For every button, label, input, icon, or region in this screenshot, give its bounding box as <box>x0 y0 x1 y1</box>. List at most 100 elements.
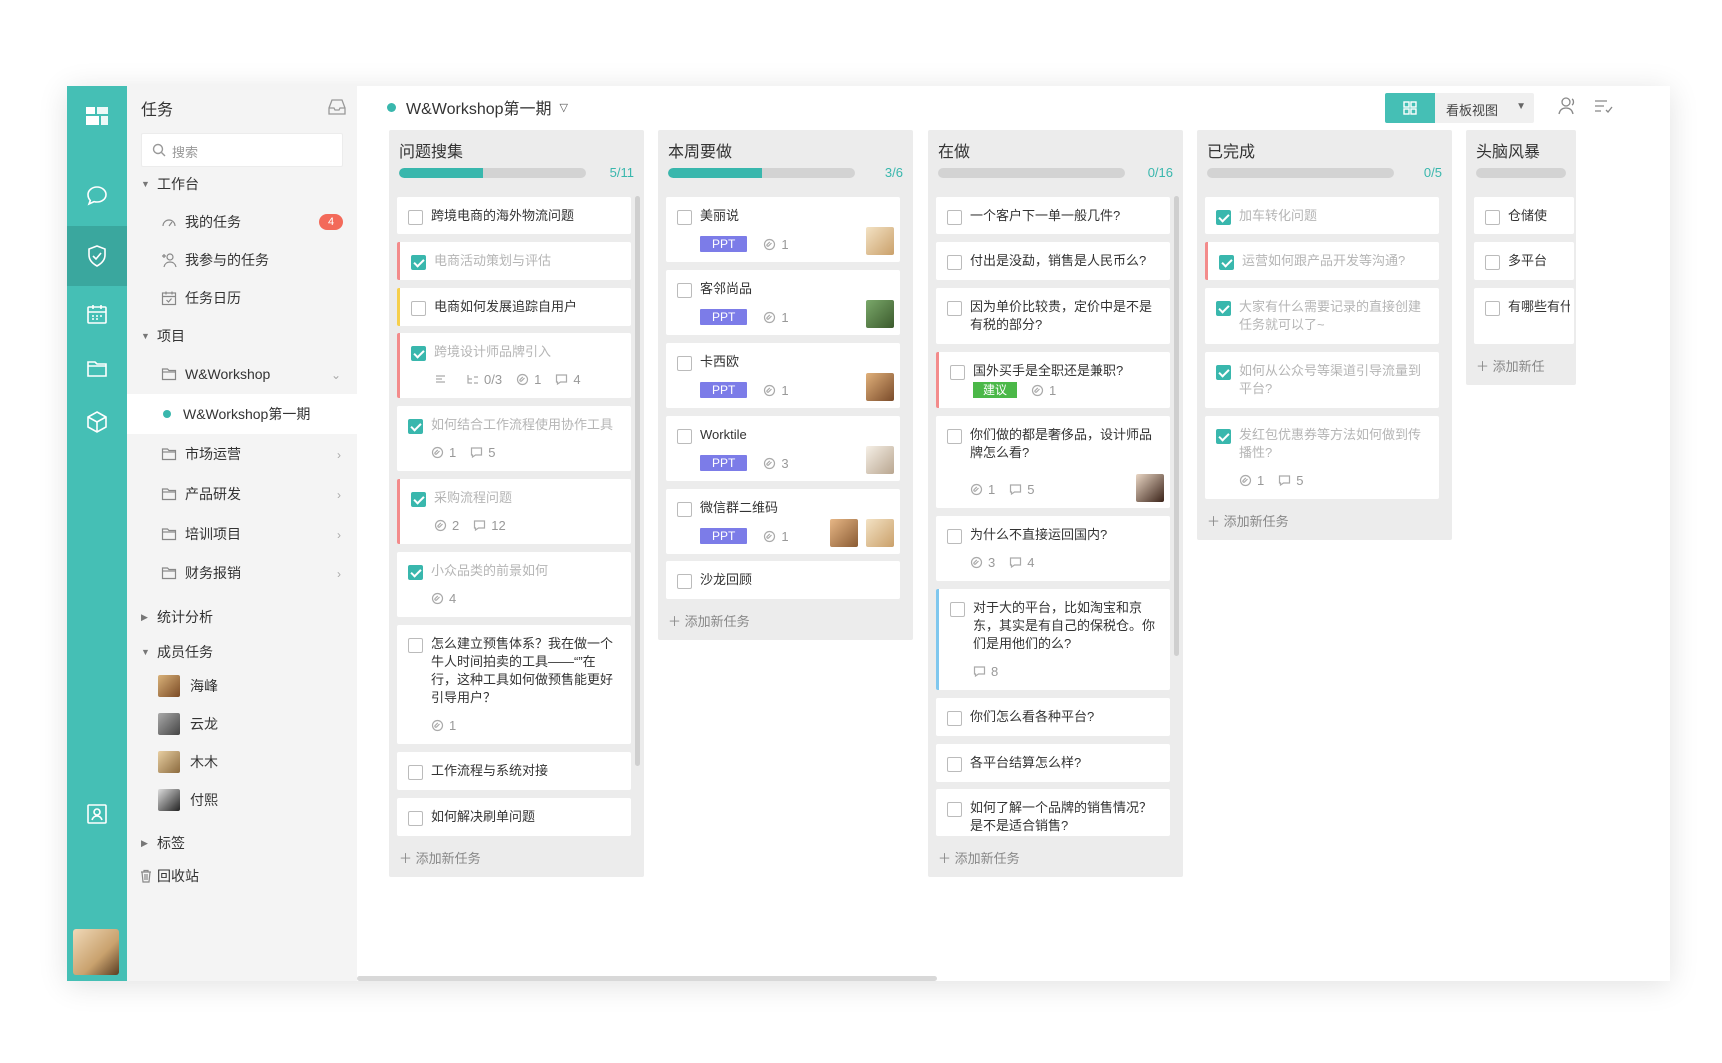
task-card[interactable]: 怎么建立预售体系？我在做一个牛人时间拍卖的工具——“”在行，这种工具如何做预售能… <box>397 625 631 744</box>
task-checkbox[interactable] <box>408 210 423 225</box>
task-card[interactable]: 如何了解一个品牌的销售情况？是不是适合销售? <box>936 789 1170 836</box>
sidebar-item-marketing[interactable]: 市场运营 › <box>127 434 357 474</box>
assignee-avatar[interactable] <box>866 446 894 474</box>
task-checkbox[interactable] <box>1216 365 1231 380</box>
task-card[interactable]: 付出是没勐，销售是人民币么? <box>936 242 1170 280</box>
sidebar-member-yunlong[interactable]: 云龙 <box>127 704 357 744</box>
sidebar-member-fuxi[interactable]: 付熙 <box>127 780 357 820</box>
task-tag[interactable]: PPT <box>700 309 748 325</box>
add-task-button[interactable]: ＋ 添加新任务 <box>399 848 481 867</box>
assignee-avatar[interactable] <box>830 519 858 547</box>
task-checkbox[interactable] <box>947 802 962 817</box>
task-checkbox[interactable] <box>950 602 965 617</box>
task-tag[interactable]: PPT <box>700 236 748 252</box>
task-checkbox[interactable] <box>950 365 965 380</box>
task-checkbox[interactable] <box>947 301 962 316</box>
section-stats[interactable]: ▶ 统计分析 <box>127 597 357 637</box>
horizontal-scrollbar[interactable] <box>357 976 937 981</box>
chevron-right-icon[interactable]: › <box>337 528 341 542</box>
chevron-right-icon[interactable]: › <box>337 448 341 462</box>
task-card[interactable]: 大家有什么需要记录的直接创建任务就可以了~ <box>1205 288 1439 344</box>
sidebar-item-involved-tasks[interactable]: 我参与的任务 <box>127 240 357 280</box>
grid-icon[interactable] <box>1385 93 1435 123</box>
task-card[interactable]: 运营如何跟产品开发等沟通? <box>1205 242 1439 280</box>
task-card[interactable]: 有哪些有什么 <box>1474 288 1574 344</box>
sidebar-item-finance[interactable]: 财务报销 › <box>127 553 357 593</box>
task-card[interactable]: 工作流程与系统对接 <box>397 752 631 790</box>
task-checkbox[interactable] <box>411 346 426 361</box>
task-tag[interactable]: PPT <box>700 455 748 471</box>
assignee-avatar[interactable] <box>866 227 894 255</box>
section-workspace[interactable]: ▼ 工作台 <box>127 164 357 204</box>
task-checkbox[interactable] <box>677 429 692 444</box>
section-projects[interactable]: ▼ 项目 <box>127 316 357 356</box>
task-checkbox[interactable] <box>947 429 962 444</box>
task-card[interactable]: Worktile PPT 3 <box>666 416 900 481</box>
task-checkbox[interactable] <box>1485 301 1500 316</box>
task-checkbox[interactable] <box>947 255 962 270</box>
task-card[interactable]: 加车转化问题 <box>1205 197 1439 234</box>
chevron-right-icon[interactable]: › <box>337 488 341 502</box>
members-icon[interactable] <box>1557 96 1577 116</box>
task-card[interactable]: 跨境电商的海外物流问题 <box>397 197 631 234</box>
chevron-right-icon[interactable]: › <box>337 567 341 581</box>
task-checkbox[interactable] <box>408 765 423 780</box>
task-card[interactable]: 对于大的平台，比如淘宝和京东，其实是有自己的保税仓。你们是用他们的么? 8 <box>936 589 1170 690</box>
contacts-icon[interactable] <box>67 784 127 844</box>
task-card[interactable]: 跨境设计师品牌引入 0/3 1 4 <box>397 333 631 398</box>
sidebar-item-task-calendar[interactable]: 任务日历 <box>127 278 357 318</box>
inbox-icon[interactable] <box>327 98 347 116</box>
filter-list-icon[interactable] <box>1593 96 1613 116</box>
sidebar-item-training[interactable]: 培训项目 › <box>127 514 357 554</box>
folder-icon[interactable] <box>67 338 127 398</box>
task-checkbox[interactable] <box>411 301 426 316</box>
task-card[interactable]: 仓储使 <box>1474 197 1574 234</box>
vertical-scrollbar[interactable] <box>1174 196 1179 656</box>
task-checkbox[interactable] <box>408 638 423 653</box>
task-card[interactable]: 你们做的都是奢侈品，设计师品牌怎么看? 1 5 <box>936 416 1170 508</box>
task-checkbox[interactable] <box>408 565 423 580</box>
task-card[interactable]: 各平台结算怎么样? <box>936 744 1170 782</box>
task-checkbox[interactable] <box>947 757 962 772</box>
task-checkbox[interactable] <box>677 210 692 225</box>
task-checkbox[interactable] <box>408 811 423 826</box>
assignee-avatar[interactable] <box>866 300 894 328</box>
task-card[interactable]: 如何从公众号等渠道引导流量到平台? <box>1205 352 1439 408</box>
task-card[interactable]: 电商如何发展追踪自用户 <box>397 288 631 326</box>
vertical-scrollbar[interactable] <box>635 196 640 766</box>
sidebar-item-my-tasks[interactable]: 我的任务 4 <box>127 202 357 242</box>
task-card[interactable]: 你们怎么看各种平台? <box>936 698 1170 736</box>
task-card[interactable]: 如何解决刷单问题 <box>397 798 631 836</box>
assignee-avatar[interactable] <box>866 373 894 401</box>
project-selector[interactable]: W&Workshop第一期 ▽ <box>387 95 568 119</box>
calendar-icon[interactable] <box>67 284 127 344</box>
task-checkbox[interactable] <box>1219 255 1234 270</box>
add-task-button[interactable]: ＋ 添加新任务 <box>668 611 750 630</box>
assignee-avatar[interactable] <box>1136 474 1164 502</box>
task-checkbox[interactable] <box>947 529 962 544</box>
task-tag[interactable]: PPT <box>700 382 748 398</box>
task-checkbox[interactable] <box>947 210 962 225</box>
task-card[interactable]: 微信群二维码 PPT 1 <box>666 489 900 554</box>
sidebar-item-rnd[interactable]: 产品研发 › <box>127 474 357 514</box>
task-card[interactable]: 发红包优惠券等方法如何做到传播性? 1 5 <box>1205 416 1439 499</box>
task-card[interactable]: 卡西欧 PPT 1 <box>666 343 900 408</box>
chat-icon[interactable] <box>67 166 127 226</box>
view-switcher[interactable]: 看板视图 ▼ <box>1385 93 1534 123</box>
add-task-button[interactable]: ＋ 添加新任务 <box>1207 511 1289 530</box>
user-avatar[interactable] <box>73 929 119 975</box>
task-checkbox[interactable] <box>1485 210 1500 225</box>
logo-icon[interactable] <box>67 86 127 146</box>
task-checkbox[interactable] <box>408 419 423 434</box>
task-checkbox[interactable] <box>1216 210 1231 225</box>
task-card[interactable]: 一个客户下一单一般几件? <box>936 197 1170 234</box>
search-input[interactable]: 搜索 <box>141 133 343 167</box>
task-checkbox[interactable] <box>411 492 426 507</box>
task-card[interactable]: 小众品类的前景如何 4 <box>397 552 631 617</box>
task-checkbox[interactable] <box>411 255 426 270</box>
task-checkbox[interactable] <box>677 502 692 517</box>
task-card[interactable]: 客邻尚品 PPT 1 <box>666 270 900 335</box>
add-task-button[interactable]: ＋ 添加新任务 <box>938 848 1020 867</box>
sidebar-member-mumu[interactable]: 木木 <box>127 742 357 782</box>
task-card[interactable]: 如何结合工作流程使用协作工具 1 5 <box>397 406 631 471</box>
